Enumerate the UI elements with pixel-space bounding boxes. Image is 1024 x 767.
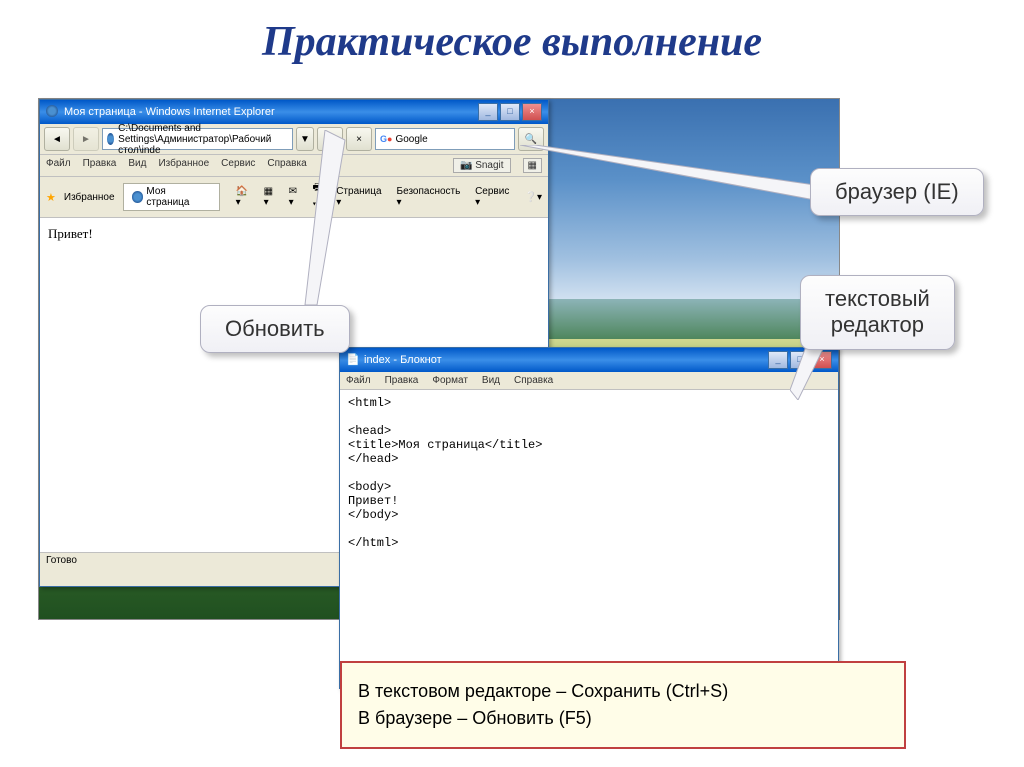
tab-icon — [132, 191, 144, 203]
close-button[interactable]: × — [522, 103, 542, 121]
tip-line-2: В браузере – Обновить (F5) — [358, 708, 888, 729]
callout-editor: текстовый редактор — [800, 275, 955, 350]
menu-tools[interactable]: Сервис — [221, 158, 255, 173]
minimize-button[interactable]: _ — [478, 103, 498, 121]
favorites-label[interactable]: Избранное — [64, 192, 115, 203]
maximize-button[interactable]: □ — [500, 103, 520, 121]
stop-button[interactable]: × — [346, 127, 372, 151]
desktop-background: Моя страница - Windows Internet Explorer… — [38, 98, 840, 620]
favorites-star-icon[interactable]: ★ — [46, 191, 56, 204]
notepad-window: 📄 index - Блокнот _ □ × Файл Правка Форм… — [339, 347, 839, 689]
toolbar-security[interactable]: Безопасность ▾ — [397, 186, 468, 208]
minimize-button[interactable]: _ — [768, 351, 788, 369]
search-button[interactable]: 🔍 — [518, 127, 544, 151]
menu-view[interactable]: Вид — [482, 375, 500, 386]
notepad-title-text: index - Блокнот — [364, 354, 768, 366]
notepad-content[interactable]: <html> <head> <title>Моя страница</title… — [340, 390, 838, 686]
maximize-button[interactable]: □ — [790, 351, 810, 369]
address-text: C:\Documents and Settings\Администратор\… — [118, 123, 288, 156]
mail-icon[interactable]: ✉ ▾ — [289, 186, 305, 208]
ie-titlebar[interactable]: Моя страница - Windows Internet Explorer… — [40, 100, 548, 124]
toolbar-service[interactable]: Сервис ▾ — [475, 186, 516, 208]
google-icon: G● — [380, 134, 392, 144]
close-button[interactable]: × — [812, 351, 832, 369]
menu-file[interactable]: Файл — [346, 375, 371, 386]
ie-title-text: Моя страница - Windows Internet Explorer — [64, 106, 478, 118]
refresh-button[interactable]: ↻ — [317, 127, 343, 151]
menu-edit[interactable]: Правка — [385, 375, 419, 386]
ie-menubar: Файл Правка Вид Избранное Сервис Справка… — [40, 155, 548, 177]
menu-favorites[interactable]: Избранное — [158, 158, 209, 173]
snagit-button[interactable]: 📷 Snagit — [453, 158, 511, 173]
search-engine-label: Google — [395, 134, 427, 145]
page-icon — [107, 133, 114, 145]
notepad-titlebar[interactable]: 📄 index - Блокнот _ □ × — [340, 348, 838, 372]
menu-file[interactable]: Файл — [46, 158, 71, 173]
forward-button[interactable]: ► — [73, 127, 99, 151]
snagit-aux-button[interactable]: ▦ — [523, 158, 542, 173]
menu-help[interactable]: Справка — [267, 158, 306, 173]
go-button[interactable]: ▼ — [296, 127, 314, 151]
address-bar[interactable]: C:\Documents and Settings\Администратор\… — [102, 128, 293, 150]
print-icon[interactable]: 🖶 ▾ — [313, 180, 329, 214]
ie-nav-row: ◄ ► C:\Documents and Settings\Администра… — [40, 124, 548, 155]
ie-icon — [46, 105, 60, 119]
notepad-icon: 📄 — [346, 353, 360, 367]
notepad-menubar: Файл Правка Формат Вид Справка — [340, 372, 838, 390]
menu-view[interactable]: Вид — [128, 158, 146, 173]
toolbar-page[interactable]: Страница ▾ — [336, 186, 388, 208]
home-icon[interactable]: 🏠 ▾ — [236, 186, 256, 208]
tip-line-1: В текстовом редакторе – Сохранить (Ctrl+… — [358, 681, 888, 702]
ie-tab[interactable]: Моя страница — [123, 183, 220, 211]
page-text: Привет! — [48, 226, 93, 241]
tips-box: В текстовом редакторе – Сохранить (Ctrl+… — [340, 661, 906, 749]
slide-title: Практическое выполнение — [0, 0, 1024, 76]
menu-help[interactable]: Справка — [514, 375, 553, 386]
status-text: Готово — [46, 555, 77, 566]
callout-browser: браузер (IE) — [810, 168, 984, 216]
search-box[interactable]: G● Google — [375, 128, 515, 150]
callout-refresh: Обновить — [200, 305, 350, 353]
toolbar-help-icon[interactable]: ❔▾ — [525, 192, 542, 203]
menu-edit[interactable]: Правка — [83, 158, 117, 173]
tab-title: Моя страница — [146, 186, 210, 208]
back-button[interactable]: ◄ — [44, 127, 70, 151]
feed-icon[interactable]: ▦ ▾ — [264, 186, 281, 208]
ie-fav-bar: ★ Избранное Моя страница 🏠 ▾ ▦ ▾ ✉ ▾ 🖶 ▾… — [40, 177, 548, 218]
menu-format[interactable]: Формат — [432, 375, 468, 386]
